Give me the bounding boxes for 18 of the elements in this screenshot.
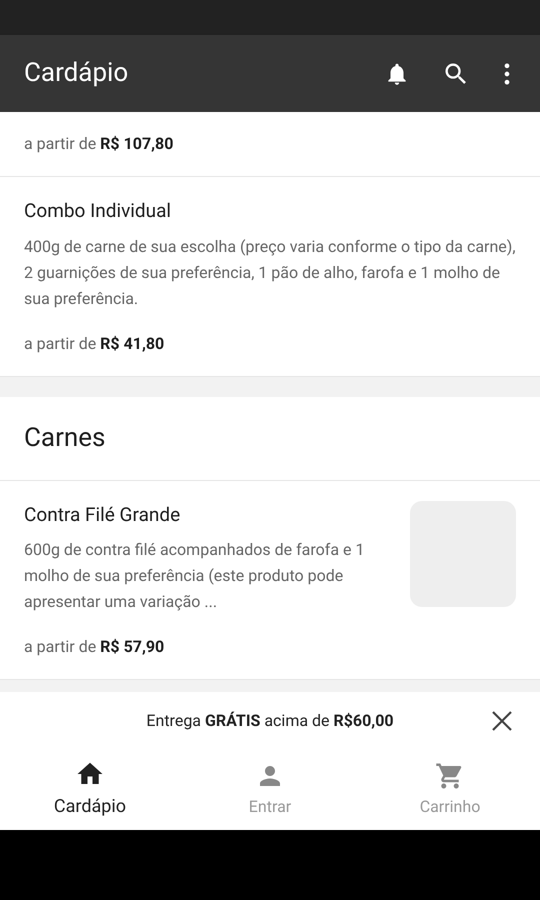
product-description: 600g de contra filé acompanhados de farofa e 1 molho de sua preferência (este produto pode apresentar uma variação ... <box>24 539 366 613</box>
product-card[interactable]: Contra Filé Grande 600g de contra filé acompanhados de farofa e 1 molho de sua preferência (este produto pode apresentar uma variação ... a partir de R$ 57,90 <box>0 480 540 680</box>
product-card[interactable]: a partir de R$ 107,80 <box>0 112 540 177</box>
section-title: Carnes <box>24 422 106 454</box>
product-price: a partir de R$ 107,80 <box>24 133 174 155</box>
product-name: Combo Individual <box>24 198 172 224</box>
product-card[interactable]: Combo Individual 400g de carne de sua escolha (preço varia conforme o tipo da carne), 2 guarnições de sua preferência, 1 pão de alho, farofa e 1 molho de sua preferência. a partir de R$ 41,80 <box>0 177 540 376</box>
product-price: a partir de R$ 41,80 <box>24 332 166 354</box>
nav-label: Carrinho <box>420 796 480 818</box>
banner-text: Entrega GRÁTIS acima de R$60,00 <box>146 710 394 732</box>
product-description: 400g de carne de sua escolha (preço varia conforme o tipo da carne), 2 guarnições de sua preferência, 1 pão de alho, farofa e 1 molho de sua preferência. <box>24 236 516 310</box>
product-price: a partir de R$ 57,90 <box>24 636 166 658</box>
close-icon[interactable] <box>491 710 513 732</box>
nav-label: Entrar <box>248 796 292 818</box>
nav-tab[interactable]: Cardápio <box>0 749 180 830</box>
app-title: Cardápio <box>24 57 130 90</box>
nav-label: Cardápio <box>54 795 126 819</box>
product-name: Contra Filé Grande <box>24 502 182 528</box>
